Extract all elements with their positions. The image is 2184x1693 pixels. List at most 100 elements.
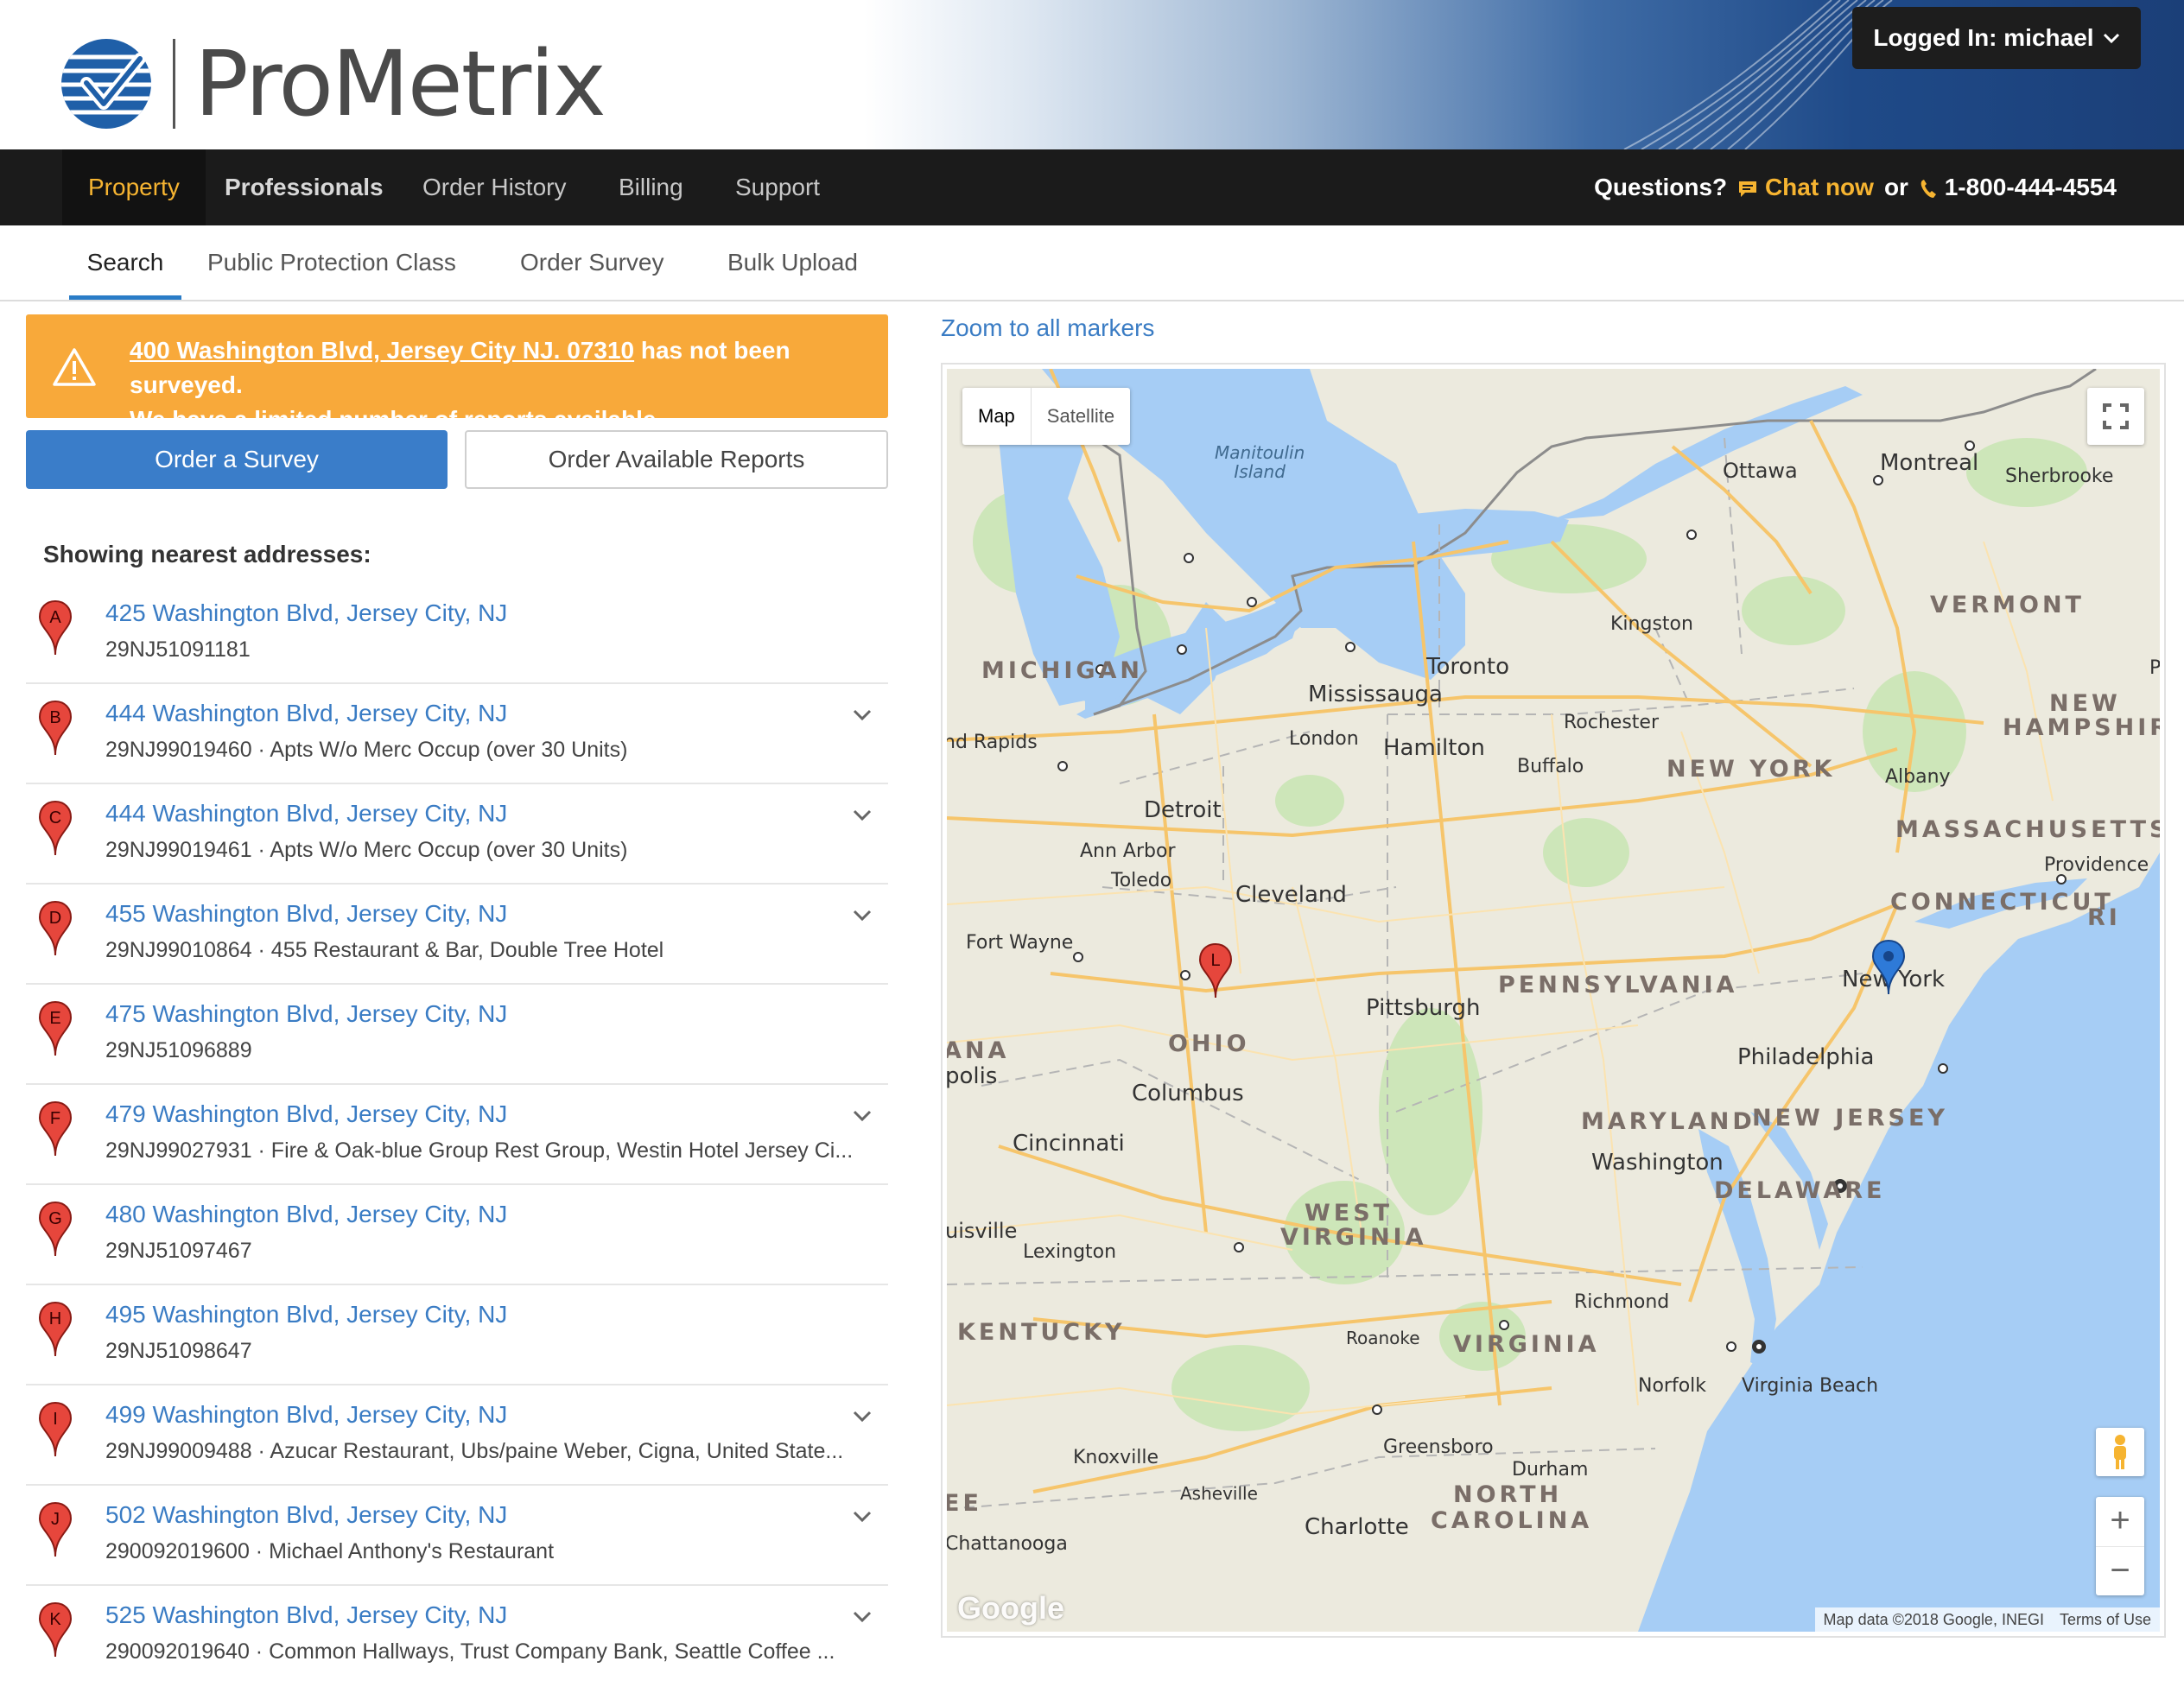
map-city-ann-arbor: Ann Arbor	[1080, 840, 1176, 862]
chevron-down-icon	[2103, 33, 2119, 44]
map-city-cincinnati: Cincinnati	[1013, 1131, 1125, 1157]
tab-bulk-upload[interactable]: Bulk Upload	[727, 225, 858, 300]
marker-letter: I	[53, 1410, 58, 1429]
address-row[interactable]: C 444 Washington Blvd, Jersey City, NJ 29N…	[26, 784, 888, 885]
address-link[interactable]: 425 Washington Blvd, Jersey City, NJ	[105, 599, 507, 627]
zoom-out-button[interactable]: −	[2096, 1546, 2144, 1595]
map-marker-l[interactable]: L	[1197, 942, 1234, 999]
map-city-indianapolis: polis	[947, 1063, 998, 1089]
map-city-pittsburgh: Pittsburgh	[1366, 995, 1481, 1021]
map-base	[947, 369, 2160, 1632]
terms-of-use-link[interactable]: Terms of Use	[2060, 1611, 2151, 1629]
address-row[interactable]: B 444 Washington Blvd, Jersey City, NJ 29N…	[26, 684, 888, 784]
fullscreen-button[interactable]	[2087, 388, 2144, 445]
map-city-sherbrooke: Sherbrooke	[2005, 466, 2114, 487]
address-row[interactable]: J 502 Washington Blvd, Jersey City, NJ 290…	[26, 1486, 888, 1586]
map-city-ottawa: Ottawa	[1723, 459, 1798, 483]
chat-icon	[1739, 181, 1757, 197]
alert-text: 400 Washington Blvd, Jersey City NJ. 073…	[130, 333, 888, 437]
map-city-partial: P	[2149, 657, 2160, 679]
pegman-icon	[2114, 1435, 2126, 1469]
marker-letter: J	[51, 1510, 60, 1529]
map-type-satellite[interactable]: Satellite	[1030, 388, 1130, 445]
prometrix-logo[interactable]: ProMetrix	[60, 31, 606, 136]
tab-order-survey[interactable]: Order Survey	[520, 225, 664, 300]
chevron-down-icon[interactable]	[852, 1610, 873, 1624]
map-city-knoxville: Knoxville	[1073, 1447, 1159, 1468]
fullscreen-icon	[2103, 403, 2129, 429]
address-row[interactable]: H 495 Washington Blvd, Jersey City, NJ 29N…	[26, 1285, 888, 1385]
chevron-down-icon[interactable]	[852, 1510, 873, 1524]
chevron-down-icon[interactable]	[852, 1109, 873, 1123]
nav-support[interactable]: Support	[735, 149, 820, 225]
tab-search[interactable]: Search	[69, 225, 181, 300]
map-city-greensboro: Greensboro	[1383, 1436, 1494, 1458]
map-state-ri: RI	[2087, 904, 2121, 931]
marker-letter: D	[49, 909, 61, 928]
marker-pin-icon: G	[38, 1201, 73, 1257]
order-available-reports-button[interactable]: Order Available Reports	[465, 430, 888, 489]
marker-pin-icon: F	[38, 1100, 73, 1157]
street-view-pegman[interactable]	[2096, 1428, 2144, 1476]
brand-name: ProMetrix	[194, 31, 606, 136]
alert-address-link[interactable]: 400 Washington Blvd, Jersey City NJ. 073…	[130, 337, 634, 364]
chat-now-link[interactable]: Chat now	[1737, 149, 1874, 225]
map-city-lexington: Lexington	[1023, 1241, 1117, 1263]
address-link[interactable]: 479 Washington Blvd, Jersey City, NJ	[105, 1100, 507, 1128]
map-attribution: Map data ©2018 Google, INEGI Terms of Us…	[1814, 1607, 2160, 1632]
nav-billing[interactable]: Billing	[619, 149, 683, 225]
zoom-control: + −	[2096, 1497, 2144, 1595]
map-city-virginia-beach: Virginia Beach	[1742, 1375, 1879, 1397]
marker-letter: K	[49, 1610, 61, 1629]
warning-icon	[53, 348, 96, 386]
address-link[interactable]: 480 Washington Blvd, Jersey City, NJ	[105, 1201, 507, 1228]
address-link[interactable]: 525 Washington Blvd, Jersey City, NJ	[105, 1601, 507, 1629]
address-row[interactable]: F 479 Washington Blvd, Jersey City, NJ 29N…	[26, 1085, 888, 1185]
address-row[interactable]: E 475 Washington Blvd, Jersey City, NJ 29N…	[26, 985, 888, 1085]
address-row[interactable]: A 425 Washington Blvd, Jersey City, NJ 29N…	[26, 584, 888, 684]
address-link[interactable]: 455 Washington Blvd, Jersey City, NJ	[105, 900, 507, 928]
marker-letter: F	[50, 1109, 60, 1128]
zoom-to-all-markers-link[interactable]: Zoom to all markers	[941, 314, 1154, 342]
address-link[interactable]: 475 Washington Blvd, Jersey City, NJ	[105, 1000, 507, 1028]
address-link[interactable]: 495 Washington Blvd, Jersey City, NJ	[105, 1301, 507, 1328]
map-city-mississauga: Mississauga	[1308, 682, 1443, 707]
nav-professionals[interactable]: Professionals	[225, 149, 384, 225]
chevron-down-icon[interactable]	[852, 909, 873, 923]
top-banner: ProMetrix Logged In: michael	[0, 0, 2184, 149]
sub-nav: Search Public Protection Class Order Sur…	[0, 225, 2184, 301]
zoom-in-button[interactable]: +	[2096, 1497, 2144, 1546]
address-link[interactable]: 499 Washington Blvd, Jersey City, NJ	[105, 1401, 507, 1429]
address-link[interactable]: 444 Washington Blvd, Jersey City, NJ	[105, 800, 507, 827]
map-city-washington: Washington	[1591, 1150, 1724, 1176]
chevron-down-icon[interactable]	[852, 808, 873, 822]
map-city-louisville: uisville	[947, 1219, 1018, 1243]
marker-pin-icon: H	[38, 1301, 73, 1357]
address-row[interactable]: D 455 Washington Blvd, Jersey City, NJ 29N…	[26, 885, 888, 985]
marker-pin-icon: C	[38, 800, 73, 856]
map[interactable]: Manitoulin Island Ottawa Montreal Sherbro…	[947, 369, 2160, 1632]
nav-property[interactable]: Property	[62, 149, 206, 225]
chevron-down-icon[interactable]	[852, 1410, 873, 1424]
map-type-control: Map Satellite	[962, 388, 1131, 445]
user-menu[interactable]: Logged In: michael	[1852, 7, 2141, 69]
chevron-down-icon[interactable]	[852, 708, 873, 722]
map-city-columbus: Columbus	[1132, 1081, 1244, 1106]
phone-link[interactable]: 1-800-444-4554	[1919, 149, 2117, 225]
order-survey-button[interactable]: Order a Survey	[26, 430, 448, 489]
address-link[interactable]: 502 Washington Blvd, Jersey City, NJ	[105, 1501, 507, 1529]
map-city-rochester: Rochester	[1564, 712, 1659, 733]
map-marker-search-location[interactable]	[1870, 939, 1908, 996]
marker-letter: E	[49, 1009, 60, 1028]
nav-order-history[interactable]: Order History	[422, 149, 566, 225]
help-contact: Questions? Chat now or 1-800-444-4554	[1594, 149, 2117, 225]
address-row[interactable]: I 499 Washington Blvd, Jersey City, NJ 29N…	[26, 1385, 888, 1486]
map-type-map[interactable]: Map	[962, 388, 1031, 445]
address-row[interactable]: K 525 Washington Blvd, Jersey City, NJ 290…	[26, 1586, 888, 1686]
address-link[interactable]: 444 Washington Blvd, Jersey City, NJ	[105, 700, 507, 727]
map-city-toledo: Toledo	[1111, 870, 1172, 891]
address-detail: 290092019640 · Common Hallways, Trust Co…	[105, 1639, 835, 1664]
tab-public-protection-class[interactable]: Public Protection Class	[207, 225, 456, 300]
address-row[interactable]: G 480 Washington Blvd, Jersey City, NJ 29N…	[26, 1185, 888, 1285]
map-city-hamilton: Hamilton	[1383, 735, 1485, 761]
